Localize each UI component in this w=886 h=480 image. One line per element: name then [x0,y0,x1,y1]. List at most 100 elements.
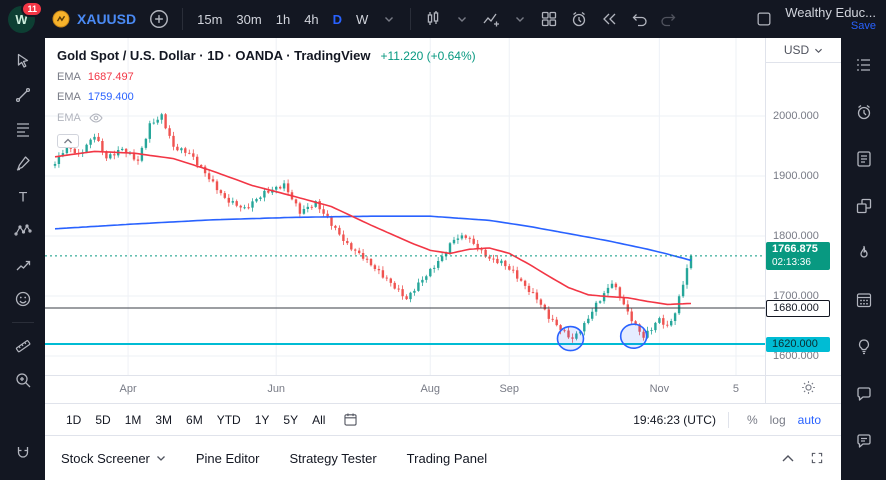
zoom-tool-button[interactable] [6,365,40,395]
alert-button[interactable] [565,5,593,33]
layout-grid-button[interactable] [535,5,563,33]
interval-15m-button[interactable]: 15m [191,6,228,32]
public-chats-button[interactable] [847,426,881,456]
panel-fullscreen-button[interactable] [809,450,825,466]
go-to-date-button[interactable] [342,411,359,428]
panel-expand-button[interactable] [781,454,795,463]
interval-1d-button[interactable]: D [327,6,348,32]
percent-scale-button[interactable]: % [741,410,764,430]
log-scale-button[interactable]: log [764,410,792,430]
private-chat-button[interactable] [847,379,881,409]
interval-4h-button[interactable]: 4h [298,6,324,32]
text-icon: T [13,187,33,207]
indicator-label[interactable]: EMA [57,112,81,124]
bar-countdown: 02:13:36 [772,256,824,269]
symbol-title[interactable]: Gold Spot / U.S. Dollar · 1D · OANDA · T… [57,48,370,63]
range-1m-button[interactable]: 1M [118,410,149,430]
svg-text:T: T [18,189,27,205]
news-button[interactable] [847,144,881,174]
range-ytd-button[interactable]: YTD [210,410,248,430]
trend-line-tool-button[interactable] [6,80,40,110]
indicator-label[interactable]: EMA [57,71,81,83]
eye-visibility-icon[interactable] [88,111,104,125]
bar-replay-button[interactable] [595,5,623,33]
brush-icon [13,153,33,173]
tab-strategy-tester[interactable]: Strategy Tester [289,451,376,466]
tab-stock-screener[interactable]: Stock Screener [61,451,166,466]
range-1d-button[interactable]: 1D [59,410,88,430]
range-5y-button[interactable]: 5Y [276,410,305,430]
legend-title-row: Gold Spot / U.S. Dollar · 1D · OANDA · T… [57,48,476,63]
prediction-tool-button[interactable] [6,250,40,280]
last-price-badge: 1766.875 02:13:36 [766,242,830,270]
range-5d-button[interactable]: 5D [88,410,117,430]
magnet-mode-button[interactable] [6,438,40,468]
interval-1h-button[interactable]: 1h [270,6,296,32]
symbol-search-button[interactable]: XAUUSD [45,5,142,33]
emoji-tool-button[interactable] [6,284,40,314]
auto-scale-button[interactable]: auto [792,410,827,430]
xabcd-pattern-icon [13,221,33,241]
time-axis[interactable]: Apr Jun Aug Sep Nov 5 [45,375,841,403]
chart-style-button[interactable] [419,5,447,33]
layout-name-menu[interactable]: Wealthy Educ... Save [785,6,878,33]
indicators-button[interactable] [477,5,505,33]
currency-selector[interactable]: USD [766,38,841,63]
indicator-label[interactable]: EMA [57,91,81,103]
range-all-button[interactable]: All [305,410,332,430]
object-tree-icon [854,196,874,216]
save-link[interactable]: Save [851,20,876,33]
object-tree-button[interactable] [847,191,881,221]
indicator-value: 1687.497 [88,71,134,83]
range-1y-button[interactable]: 1Y [248,410,277,430]
redo-arrow-icon [659,9,679,29]
tab-label: Stock Screener [61,451,150,466]
price-axis[interactable]: USD 2000.000 1900.000 1800.000 1700.000 … [765,38,841,375]
calendar-icon [854,290,874,310]
plus-circle-icon [148,8,170,30]
interval-menu-button[interactable] [376,5,402,33]
range-6m-button[interactable]: 6M [179,410,210,430]
panel-controls [781,450,825,466]
cursor-tool-button[interactable] [6,46,40,76]
tab-trading-panel[interactable]: Trading Panel [407,451,487,466]
save-layout-button[interactable] [751,5,777,33]
chart-style-menu-button[interactable] [449,5,475,33]
layout-square-icon [755,10,773,28]
interval-30m-button[interactable]: 30m [230,6,267,32]
pattern-tool-button[interactable] [6,216,40,246]
candlestick-style-icon [423,9,443,29]
text-tool-button[interactable]: T [6,182,40,212]
indicator-row-ema-slow[interactable]: EMA 1759.400 [57,91,476,103]
main-area: Gold Spot / U.S. Dollar · 1D · OANDA · T… [45,38,841,480]
chart-settings-button[interactable] [800,379,817,396]
interval-1w-button[interactable]: W [350,6,374,32]
watchlist-button[interactable] [847,50,881,80]
time-axis-label: Aug [420,383,440,395]
brush-tool-button[interactable] [6,148,40,178]
indicator-row-ema-hidden[interactable]: EMA [57,111,476,125]
measure-tool-button[interactable] [6,331,40,361]
fib-retracement-tool-button[interactable] [6,114,40,144]
tab-pine-editor[interactable]: Pine Editor [196,451,260,466]
legend-collapse-button[interactable] [57,134,79,148]
ideas-button[interactable] [847,332,881,362]
chart-canvas[interactable]: Gold Spot / U.S. Dollar · 1D · OANDA · T… [45,38,765,375]
cursor-icon [13,51,33,71]
alerts-panel-button[interactable] [847,97,881,127]
layout-grid-icon [539,9,559,29]
axis-divider [765,376,766,403]
redo-button[interactable] [655,5,683,33]
notification-badge[interactable]: 11 [21,1,43,17]
app-logo[interactable]: W 11 [8,6,35,33]
hotlists-button[interactable] [847,238,881,268]
compare-add-symbol-button[interactable] [144,5,174,33]
price-axis-label: 1900.000 [773,170,819,183]
indicator-row-ema-fast[interactable]: EMA 1687.497 [57,71,476,83]
range-3m-button[interactable]: 3M [148,410,179,430]
indicators-menu-button[interactable] [507,5,533,33]
undo-button[interactable] [625,5,653,33]
utc-clock[interactable]: 19:46:23 (UTC) [633,413,716,427]
calendar-button[interactable] [847,285,881,315]
layout-name[interactable]: Wealthy Educ... [785,6,876,19]
